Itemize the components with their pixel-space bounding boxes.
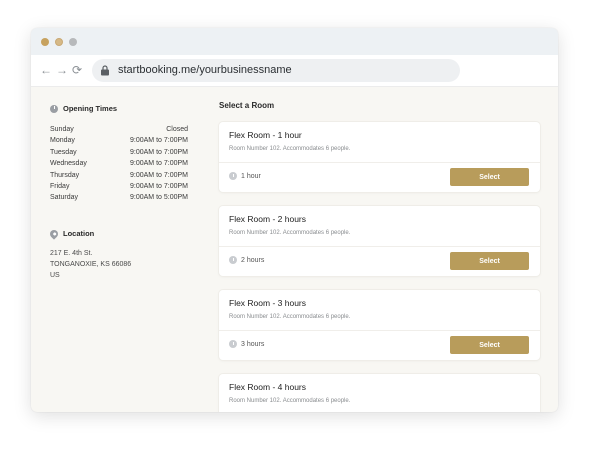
day-label: Saturday bbox=[50, 194, 79, 202]
clock-icon bbox=[50, 104, 58, 113]
duration-text: 3 hours bbox=[241, 340, 265, 348]
duration-text: 1 hour bbox=[241, 172, 261, 180]
room-description: Room Number 102. Accommodates 6 people. bbox=[229, 230, 351, 236]
clock-icon bbox=[229, 340, 237, 348]
hours-value: 9:00AM to 7:00PM bbox=[130, 148, 188, 156]
hours-value: 9:00AM to 7:00PM bbox=[130, 182, 188, 190]
hours-row: Friday 9:00AM to 7:00PM bbox=[50, 181, 188, 192]
minimize-window-dot[interactable] bbox=[55, 38, 63, 46]
clock-icon bbox=[229, 256, 237, 264]
url-field[interactable]: startbooking.me/yourbusinessname bbox=[92, 59, 460, 82]
opening-times-table: Sunday Closed Monday 9:00AM to 7:00PM Tues… bbox=[50, 124, 188, 204]
card-divider bbox=[219, 162, 540, 163]
room-description: Room Number 102. Accommodates 6 people. bbox=[229, 398, 351, 404]
duration-text: 2 hours bbox=[241, 256, 265, 264]
day-label: Wednesday bbox=[50, 160, 87, 168]
day-label: Friday bbox=[50, 182, 70, 190]
room-description: Room Number 102. Accommodates 6 people. bbox=[229, 146, 351, 152]
hours-row: Monday 9:00AM to 7:00PM bbox=[50, 135, 188, 146]
location-header: Location bbox=[48, 227, 95, 240]
hours-value: 9:00AM to 7:00PM bbox=[130, 137, 188, 145]
location-address: 217 E. 4th St. TONGANOXIE, KS 66086 US bbox=[50, 248, 131, 281]
hours-value: 9:00AM to 7:00PM bbox=[130, 160, 188, 168]
back-arrow-icon[interactable]: ← bbox=[40, 63, 52, 77]
address-bar: ← → ⟳ startbooking.me/yourbusinessname bbox=[31, 55, 558, 87]
hours-row: Sunday Closed bbox=[50, 124, 188, 135]
card-divider bbox=[219, 246, 540, 247]
room-duration: 1 hour bbox=[229, 172, 261, 180]
room-name: Flex Room - 2 hours bbox=[229, 214, 306, 224]
room-card: Flex Room - 4 hours Room Number 102. Acc… bbox=[219, 374, 540, 412]
address-line: 217 E. 4th St. bbox=[50, 250, 93, 257]
booking-page: Opening Times Sunday Closed Monday 9:00AM … bbox=[31, 87, 558, 412]
url-text: startbooking.me/yourbusinessname bbox=[118, 64, 292, 76]
title-bar bbox=[31, 28, 558, 55]
map-pin-icon bbox=[48, 227, 60, 240]
location-title: Location bbox=[63, 229, 95, 238]
address-line: US bbox=[50, 272, 60, 279]
room-card: Flex Room - 3 hours Room Number 102. Acc… bbox=[219, 290, 540, 360]
room-description: Room Number 102. Accommodates 6 people. bbox=[229, 314, 351, 320]
hours-row: Saturday 9:00AM to 5:00PM bbox=[50, 192, 188, 203]
room-card: Flex Room - 2 hours Room Number 102. Acc… bbox=[219, 206, 540, 276]
opening-times-title: Opening Times bbox=[63, 104, 118, 113]
close-window-dot[interactable] bbox=[41, 38, 49, 46]
room-name: Flex Room - 4 hours bbox=[229, 382, 306, 392]
room-name: Flex Room - 1 hour bbox=[229, 130, 302, 140]
hours-value: 9:00AM to 7:00PM bbox=[130, 171, 188, 179]
room-card: Flex Room - 1 hour Room Number 102. Acco… bbox=[219, 122, 540, 192]
room-duration: 2 hours bbox=[229, 256, 264, 264]
clock-icon bbox=[229, 172, 237, 180]
forward-arrow-icon[interactable]: → bbox=[56, 63, 68, 77]
hours-row: Wednesday 9:00AM to 7:00PM bbox=[50, 158, 188, 169]
day-label: Tuesday bbox=[50, 148, 77, 156]
select-room-button[interactable]: Select bbox=[450, 168, 529, 186]
hours-value: Closed bbox=[166, 126, 188, 133]
opening-times-header: Opening Times bbox=[50, 104, 117, 113]
card-divider bbox=[219, 330, 540, 331]
select-room-button[interactable]: Select bbox=[450, 252, 529, 270]
hours-row: Thursday 9:00AM to 7:00PM bbox=[50, 170, 188, 181]
hours-row: Tuesday 9:00AM to 7:00PM bbox=[50, 147, 188, 158]
browser-window: ← → ⟳ startbooking.me/yourbusinessname O… bbox=[31, 28, 558, 412]
maximize-window-dot[interactable] bbox=[69, 38, 77, 46]
day-label: Monday bbox=[50, 137, 75, 145]
day-label: Thursday bbox=[50, 171, 80, 179]
select-room-button[interactable]: Select bbox=[450, 336, 529, 354]
lock-icon bbox=[101, 65, 109, 76]
rooms-title: Select a Room bbox=[219, 101, 275, 110]
address-line: TONGANOXIE, KS 66086 bbox=[50, 261, 132, 268]
hours-value: 9:00AM to 5:00PM bbox=[130, 194, 188, 202]
room-duration: 3 hours bbox=[229, 340, 264, 348]
room-name: Flex Room - 3 hours bbox=[229, 298, 306, 308]
day-label: Sunday bbox=[50, 126, 74, 133]
reload-icon[interactable]: ⟳ bbox=[72, 63, 82, 77]
